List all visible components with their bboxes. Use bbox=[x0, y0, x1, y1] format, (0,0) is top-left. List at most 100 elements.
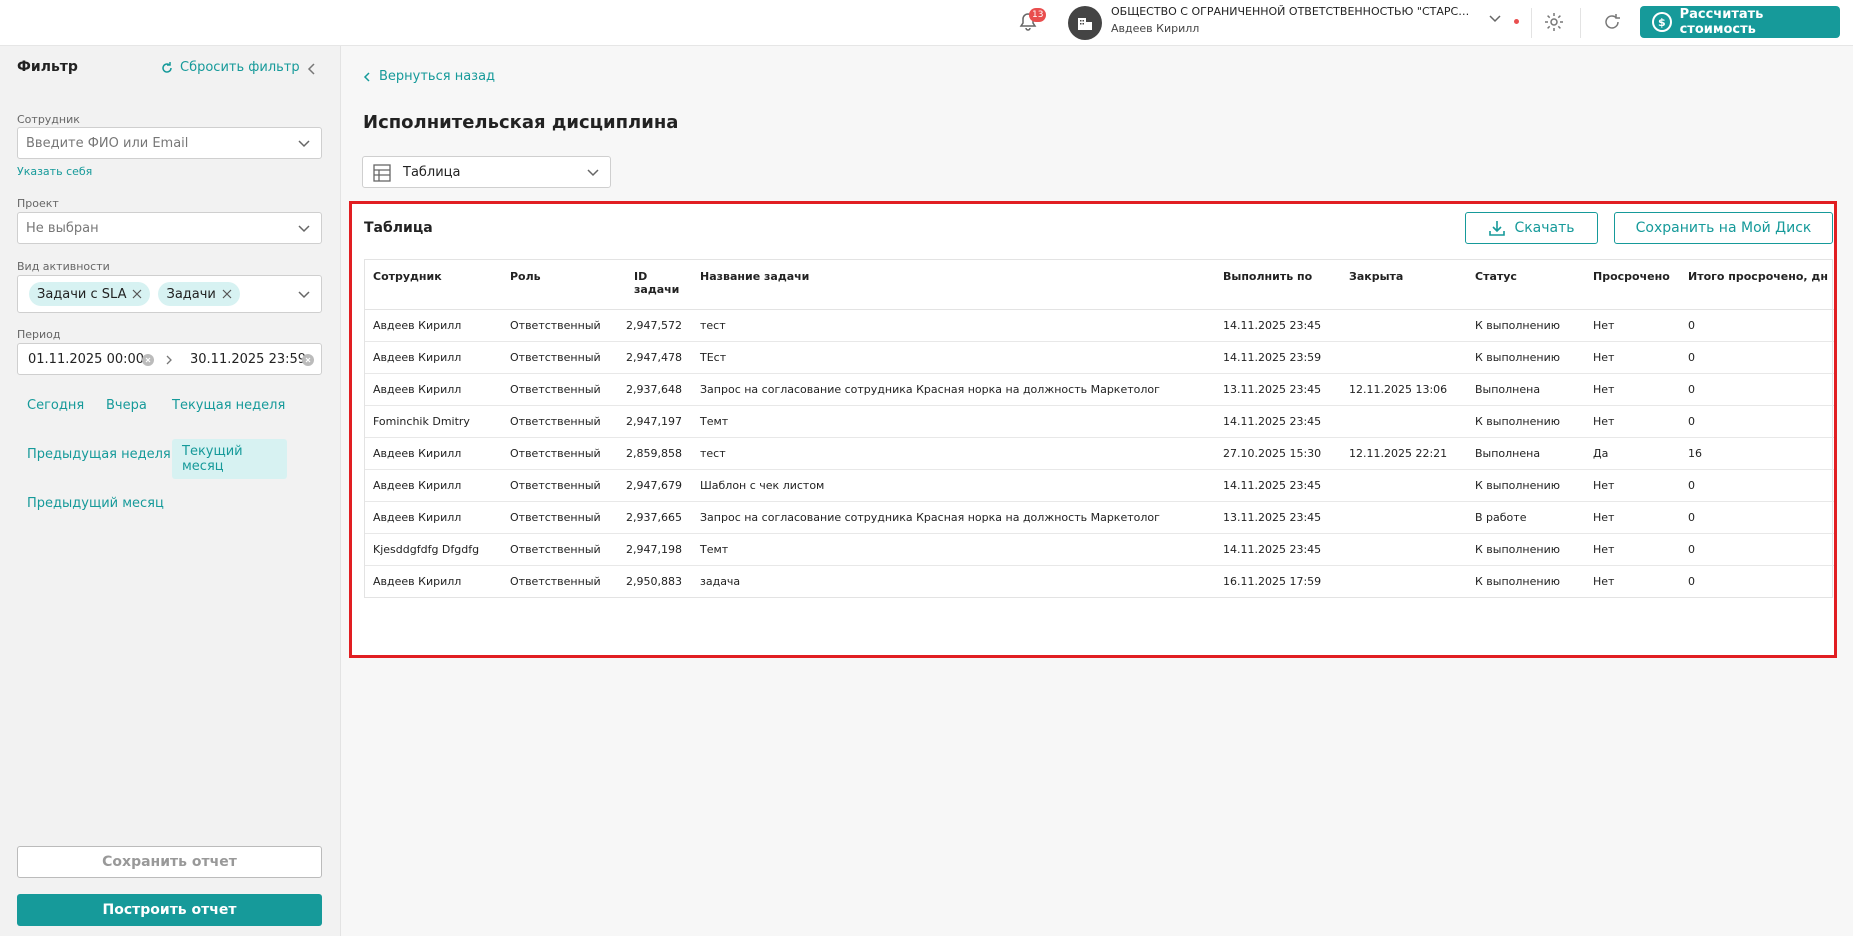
preset-current-month[interactable]: Текущий месяц bbox=[172, 439, 287, 479]
cell-overdue: Нет bbox=[1585, 373, 1680, 406]
employee-field[interactable]: Введите ФИО или Email bbox=[17, 127, 322, 159]
cell-overdue-days: 0 bbox=[1680, 469, 1834, 502]
cell-closed: 12.11.2025 22:21 bbox=[1341, 437, 1467, 470]
reset-filter-button[interactable]: Сбросить фильтр bbox=[160, 60, 300, 75]
save-report-button[interactable]: Сохранить отчет bbox=[17, 846, 322, 878]
activity-tag: Задачи bbox=[158, 282, 240, 306]
page-title: Исполнительская дисциплина bbox=[363, 112, 679, 133]
cell-due: 14.11.2025 23:45 bbox=[1215, 469, 1341, 502]
cell-employee: Авдеев Кирилл bbox=[365, 469, 502, 502]
cell-closed bbox=[1341, 501, 1467, 534]
cell-due: 16.11.2025 17:59 bbox=[1223, 574, 1322, 588]
preset-previous-week[interactable]: Предыдущая неделя bbox=[17, 439, 181, 470]
activity-tag-label: Задачи с SLA bbox=[37, 286, 127, 302]
close-icon[interactable] bbox=[222, 289, 232, 299]
project-label: Проект bbox=[17, 197, 59, 210]
cell-task-name[interactable]: Запрос на согласование сотрудника Красна… bbox=[692, 501, 1215, 534]
column-header[interactable]: Итого просрочено, дн bbox=[1680, 260, 1834, 310]
table-row[interactable]: Авдеев Кирилл Ответственный 2,947,572 тест 1… bbox=[365, 309, 1834, 342]
select-self-link[interactable]: Указать себя bbox=[17, 165, 92, 178]
cell-role: Ответственный bbox=[502, 341, 626, 374]
preset-today[interactable]: Сегодня bbox=[17, 390, 94, 421]
table-row[interactable]: Авдеев Кирилл Ответственный 2,947,478 ТЕст 1… bbox=[365, 341, 1834, 374]
calculate-cost-button[interactable]: $ Рассчитать стоимость bbox=[1640, 6, 1840, 38]
cell-closed bbox=[1341, 533, 1467, 566]
cell-task-name[interactable]: Шаблон с чек листом bbox=[692, 469, 1215, 502]
period-to[interactable]: 30.11.2025 23:59 bbox=[190, 352, 306, 367]
column-header[interactable]: Статус bbox=[1467, 260, 1585, 310]
column-header[interactable]: Просрочено bbox=[1585, 260, 1680, 310]
cell-status: Выполнена bbox=[1467, 373, 1585, 406]
cell-overdue-days: 0 bbox=[1680, 501, 1834, 534]
notifications-button[interactable]: 13 bbox=[1015, 8, 1047, 36]
filter-title: Фильтр bbox=[17, 59, 78, 75]
cell-status: К выполнению bbox=[1467, 405, 1585, 438]
company-name[interactable]: ОБЩЕСТВО С ОГРАНИЧЕННОЙ ОТВЕТСТВЕННОСТЬЮ… bbox=[1111, 5, 1476, 18]
column-header[interactable]: Сотрудник bbox=[365, 260, 502, 310]
reset-icon bbox=[162, 61, 172, 73]
cell-overdue: Нет bbox=[1585, 533, 1680, 566]
calculate-cost-label: Рассчитать стоимость bbox=[1679, 7, 1764, 37]
chevron-down-icon[interactable] bbox=[1488, 14, 1502, 24]
download-label: Скачать bbox=[1514, 220, 1575, 236]
chevron-right-icon bbox=[166, 355, 172, 365]
period-range-picker[interactable]: 01.11.2025 00:00 30.11.2025 23:59 bbox=[17, 343, 322, 375]
cell-overdue-days: 0 bbox=[1680, 309, 1834, 342]
back-label: Вернуться назад bbox=[379, 69, 496, 84]
column-header[interactable]: Выполнить по bbox=[1215, 260, 1341, 310]
table-row[interactable]: Авдеев Кирилл Ответственный 2,859,858 тест 2… bbox=[365, 437, 1834, 470]
close-icon[interactable] bbox=[132, 289, 142, 299]
chevron-left-icon[interactable] bbox=[307, 62, 317, 76]
cell-employee: Авдеев Кирилл bbox=[373, 574, 462, 588]
table-row[interactable]: Fominchik Dmitry Ответственный 2,947,197 Те… bbox=[365, 405, 1834, 438]
save-to-disk-button[interactable]: Сохранить на Мой Диск bbox=[1614, 212, 1833, 244]
refresh-icon[interactable] bbox=[1601, 11, 1623, 33]
cell-task-name[interactable]: задача bbox=[692, 565, 1215, 597]
cell-task-name[interactable]: Темт bbox=[692, 405, 1215, 438]
cell-employee: Авдеев Кирилл bbox=[365, 373, 502, 406]
table-row[interactable]: Авдеев Кирилл Ответственный 2,937,648 Запро… bbox=[365, 373, 1834, 406]
cell-status: Выполнена bbox=[1467, 437, 1585, 470]
table-row[interactable]: Авдеев Кирилл Ответственный 2,950,883 задач… bbox=[365, 565, 1834, 597]
preset-previous-month[interactable]: Предыдущий месяц bbox=[17, 488, 174, 519]
cell-overdue: Нет bbox=[1585, 469, 1680, 502]
cell-task-name[interactable]: тест bbox=[692, 437, 1215, 470]
cell-due: 14.11.2025 23:59 bbox=[1215, 341, 1341, 374]
column-header[interactable]: Закрыта bbox=[1341, 260, 1467, 310]
report-table: Сотрудник Роль ID задачи Название задачи… bbox=[364, 259, 1834, 598]
cell-task-name[interactable]: Запрос на согласование сотрудника Красна… bbox=[692, 373, 1215, 406]
view-select[interactable]: Таблица bbox=[362, 156, 611, 188]
cell-overdue: Нет bbox=[1585, 309, 1680, 342]
table-row[interactable]: Kjesddgfdfg Dfgdfg Ответственный 2,947,198… bbox=[365, 533, 1834, 566]
cell-overdue: Нет bbox=[1585, 405, 1680, 438]
preset-current-week[interactable]: Текущая неделя bbox=[162, 390, 295, 421]
clear-icon[interactable] bbox=[142, 354, 154, 366]
cell-role: Ответственный bbox=[502, 405, 626, 438]
project-select[interactable]: Не выбран bbox=[17, 212, 322, 244]
cell-status: К выполнению bbox=[1467, 341, 1585, 374]
cell-task-id: 2,947,572 bbox=[626, 309, 692, 342]
cell-task-name[interactable]: ТЕст bbox=[692, 341, 1215, 374]
column-header[interactable]: ID задачи bbox=[626, 260, 692, 310]
cell-overdue-days: 0 bbox=[1680, 373, 1834, 406]
column-header[interactable]: Название задачи bbox=[692, 260, 1215, 310]
cell-task-name[interactable]: Темт bbox=[692, 533, 1215, 566]
table-row[interactable]: Авдеев Кирилл Ответственный 2,947,679 Шабло… bbox=[365, 469, 1834, 502]
clear-icon[interactable] bbox=[302, 354, 314, 366]
gear-icon[interactable] bbox=[1543, 11, 1565, 33]
activity-tag: Задачи с SLA bbox=[29, 282, 151, 306]
cell-closed bbox=[1341, 309, 1467, 342]
employee-label: Сотрудник bbox=[17, 113, 80, 126]
activity-select[interactable]: Задачи с SLA Задачи bbox=[17, 275, 322, 313]
build-report-button[interactable]: Построить отчет bbox=[17, 894, 322, 926]
cell-status: В работе bbox=[1467, 501, 1585, 534]
dollar-icon: $ bbox=[1652, 12, 1672, 32]
company-avatar[interactable] bbox=[1068, 6, 1102, 40]
download-button[interactable]: Скачать bbox=[1465, 212, 1598, 244]
period-from[interactable]: 01.11.2025 00:00 bbox=[28, 352, 144, 367]
column-header[interactable]: Роль bbox=[502, 260, 626, 310]
preset-yesterday[interactable]: Вчера bbox=[96, 390, 157, 421]
table-row[interactable]: Авдеев Кирилл Ответственный 2,937,665 Запро… bbox=[365, 501, 1834, 534]
back-link[interactable]: Вернуться назад bbox=[363, 69, 495, 84]
cell-task-name[interactable]: тест bbox=[692, 309, 1215, 342]
